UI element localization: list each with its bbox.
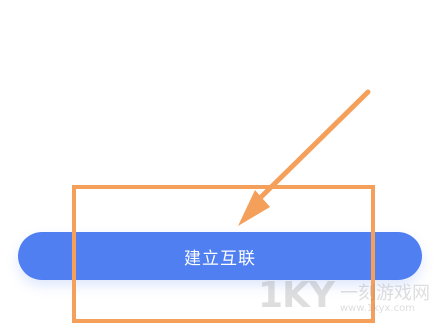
watermark-url: www.1kyx.com <box>340 302 415 314</box>
site-watermark: 1KY 一刻游戏网 www.1kyx.com <box>258 278 430 314</box>
watermark-logo: 1KY <box>257 275 335 316</box>
establish-connection-button[interactable]: 建立互联 <box>18 232 422 280</box>
watermark-text-block: 一刻游戏网 www.1kyx.com <box>340 282 430 314</box>
establish-connection-label: 建立互联 <box>184 248 256 269</box>
watermark-site-name: 一刻游戏网 <box>340 282 430 304</box>
